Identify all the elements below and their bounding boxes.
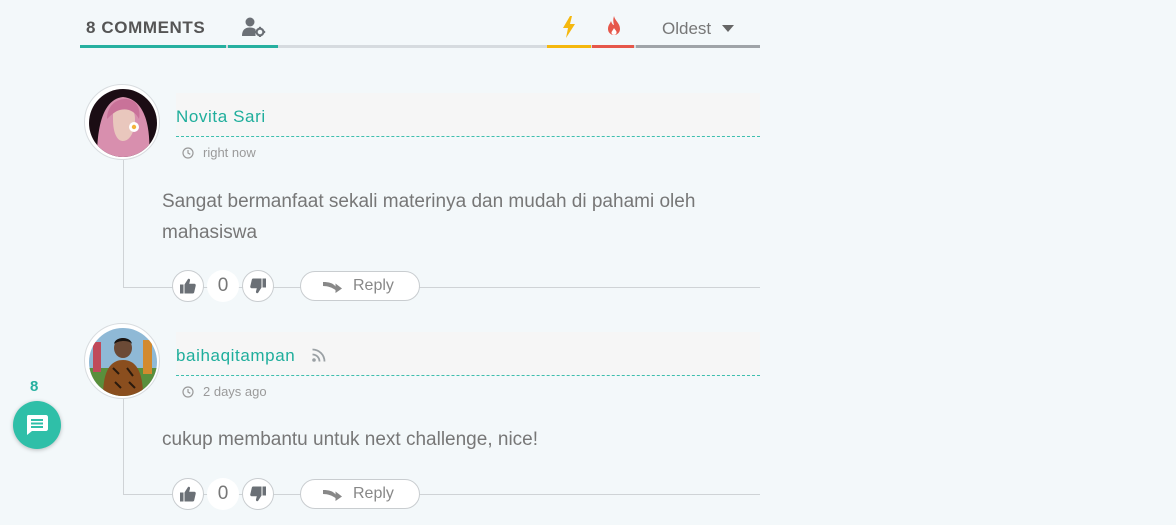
comment-icon: [27, 415, 48, 435]
upvote-button[interactable]: [172, 270, 204, 302]
thumbs-up-icon: [180, 278, 196, 294]
clock-icon: [182, 147, 194, 159]
upvote-button[interactable]: [172, 478, 204, 510]
author-name[interactable]: baihaqitampan: [176, 346, 295, 366]
timestamp-text: 2 days ago: [203, 384, 267, 399]
reply-arrow-icon: [323, 282, 342, 293]
reply-label: Reply: [353, 277, 394, 294]
vote-count: 0: [207, 270, 239, 302]
comments-bubble-button[interactable]: [13, 401, 61, 449]
downvote-button[interactable]: [242, 270, 274, 302]
caret-down-icon: [722, 25, 734, 32]
tab-comments[interactable]: 8 COMMENTS: [80, 0, 226, 48]
author-divider: [176, 136, 760, 137]
thread-line: [123, 399, 124, 495]
tab-hot[interactable]: [592, 0, 634, 48]
comments-count-label: 8 COMMENTS: [86, 18, 206, 37]
comments-header: 8 COMMENTS Oldest: [80, 0, 760, 50]
reply-button[interactable]: Reply: [300, 271, 420, 301]
clock-icon: [182, 386, 194, 398]
bolt-icon: [563, 16, 575, 38]
avatar-image: [89, 89, 157, 157]
comment-text: Sangat bermanfaat sekali materinya dan m…: [162, 191, 696, 243]
sort-label: Oldest: [662, 19, 712, 38]
avatar-image: [89, 328, 157, 396]
vote-count: 0: [207, 478, 239, 510]
reply-label: Reply: [353, 485, 394, 502]
tab-user-settings[interactable]: [228, 0, 278, 48]
reply-arrow-icon: [323, 490, 342, 501]
fire-icon: [608, 16, 620, 35]
tab-comments-underline: [80, 45, 226, 48]
tab-trending[interactable]: [547, 0, 591, 48]
timestamp-text: right now: [203, 145, 256, 160]
sort-underline: [636, 45, 760, 48]
thumbs-down-icon: [250, 278, 266, 294]
rss-feed-icon[interactable]: [312, 348, 326, 362]
avatar[interactable]: [84, 323, 160, 399]
comment-text: cukup membantu untuk next challenge, nic…: [162, 429, 539, 450]
tab-trending-underline: [547, 45, 591, 48]
author-name[interactable]: Novita Sari: [176, 107, 266, 127]
reply-button[interactable]: Reply: [300, 479, 420, 509]
thumbs-down-icon: [250, 486, 266, 502]
downvote-button[interactable]: [242, 478, 274, 510]
thread-line: [123, 160, 124, 287]
bubble-count: 8: [30, 378, 39, 395]
tab-hot-underline: [592, 45, 634, 48]
sort-dropdown[interactable]: Oldest: [636, 0, 760, 48]
thumbs-up-icon: [180, 486, 196, 502]
author-bar: baihaqitampan: [176, 332, 760, 376]
avatar[interactable]: [84, 84, 160, 160]
tab-user-underline: [228, 45, 278, 48]
author-bar: Novita Sari: [176, 93, 760, 137]
author-divider: [176, 375, 760, 376]
user-settings-icon: [242, 17, 266, 37]
